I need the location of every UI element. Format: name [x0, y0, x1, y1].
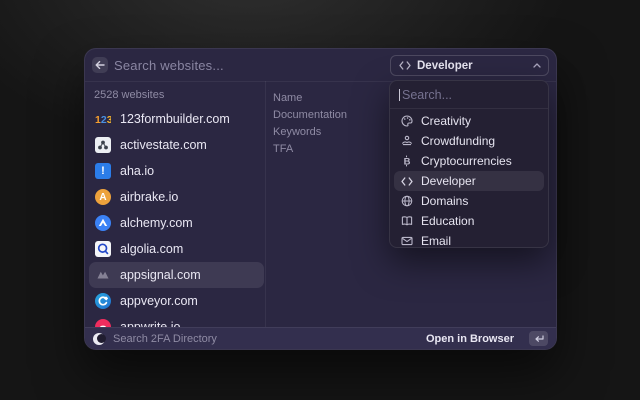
chevron-up-icon: [533, 63, 541, 68]
header: Search websites... Developer: [85, 49, 556, 82]
detail-label-documentation: Documentation: [273, 107, 347, 124]
svg-text:123: 123: [95, 114, 111, 126]
bitcoin-icon: B: [400, 155, 413, 167]
action-bar: Search 2FA Directory Open in Browser: [85, 327, 556, 349]
svg-text:B: B: [403, 157, 410, 167]
list-item-selected[interactable]: appsignal.com: [89, 262, 264, 288]
list-item[interactable]: activestate.com: [89, 132, 264, 158]
dropdown-item-education[interactable]: Education: [394, 211, 544, 231]
list-item[interactable]: aha.io: [89, 158, 264, 184]
back-button[interactable]: [92, 57, 108, 73]
book-icon: [400, 215, 413, 227]
hand-coins-icon: [400, 135, 413, 147]
algolia-favicon: [95, 241, 111, 257]
extension-title: Search 2FA Directory: [113, 333, 418, 345]
list-item[interactable]: airbrake.io: [89, 184, 264, 210]
envelope-icon: [400, 236, 413, 246]
palette-icon: [400, 115, 413, 127]
category-dropdown-menu: Search... Creativity Crowdfunding B Cryp…: [389, 80, 549, 248]
detail-panel: Name Documentation Keywords TFA: [273, 90, 347, 158]
results-count: 2528 websites: [94, 89, 164, 101]
list-item[interactable]: appveyor.com: [89, 288, 264, 314]
dropdown-item-crowdfunding[interactable]: Crowdfunding: [394, 131, 544, 151]
dropdown-item-email[interactable]: Email: [394, 231, 544, 251]
globe-icon: [400, 195, 413, 207]
alchemy-favicon: [95, 215, 111, 231]
list-item[interactable]: algolia.com: [89, 236, 264, 262]
dropdown-item-domains[interactable]: Domains: [394, 191, 544, 211]
2fa-directory-icon: [93, 333, 105, 345]
primary-action-label[interactable]: Open in Browser: [426, 333, 514, 345]
dropdown-item-cryptocurrencies[interactable]: B Cryptocurrencies: [394, 151, 544, 171]
list-item[interactable]: alchemy.com: [89, 210, 264, 236]
desktop-background: Search websites... Developer 2528 websit…: [0, 0, 640, 400]
appveyor-favicon: [95, 293, 111, 309]
back-arrow-icon: [95, 60, 105, 70]
aha-favicon: [95, 163, 111, 179]
123formbuilder-favicon: 123: [95, 111, 111, 127]
return-key-icon[interactable]: [529, 331, 548, 346]
code-icon: [398, 61, 411, 70]
detail-label-name: Name: [273, 90, 347, 107]
list-item[interactable]: 123 123formbuilder.com: [89, 106, 264, 132]
activestate-favicon: [95, 137, 111, 153]
category-dropdown-button[interactable]: Developer: [390, 55, 549, 76]
dropdown-search-input[interactable]: Search...: [390, 81, 548, 109]
detail-label-keywords: Keywords: [273, 124, 347, 141]
airbrake-favicon: [95, 189, 111, 205]
dropdown-list: Creativity Crowdfunding B Cryptocurrenci…: [390, 109, 548, 253]
appsignal-favicon: [95, 267, 111, 283]
code-icon: [400, 177, 413, 186]
dropdown-item-creativity[interactable]: Creativity: [394, 111, 544, 131]
column-divider: [265, 81, 266, 327]
results-list: 123 123formbuilder.com activestate.com a…: [89, 106, 264, 340]
dropdown-item-developer[interactable]: Developer: [394, 171, 544, 191]
detail-label-tfa: TFA: [273, 141, 347, 158]
search-input[interactable]: Search websites...: [114, 49, 224, 81]
text-caret: [399, 89, 400, 101]
category-dropdown-label: Developer: [417, 60, 527, 72]
